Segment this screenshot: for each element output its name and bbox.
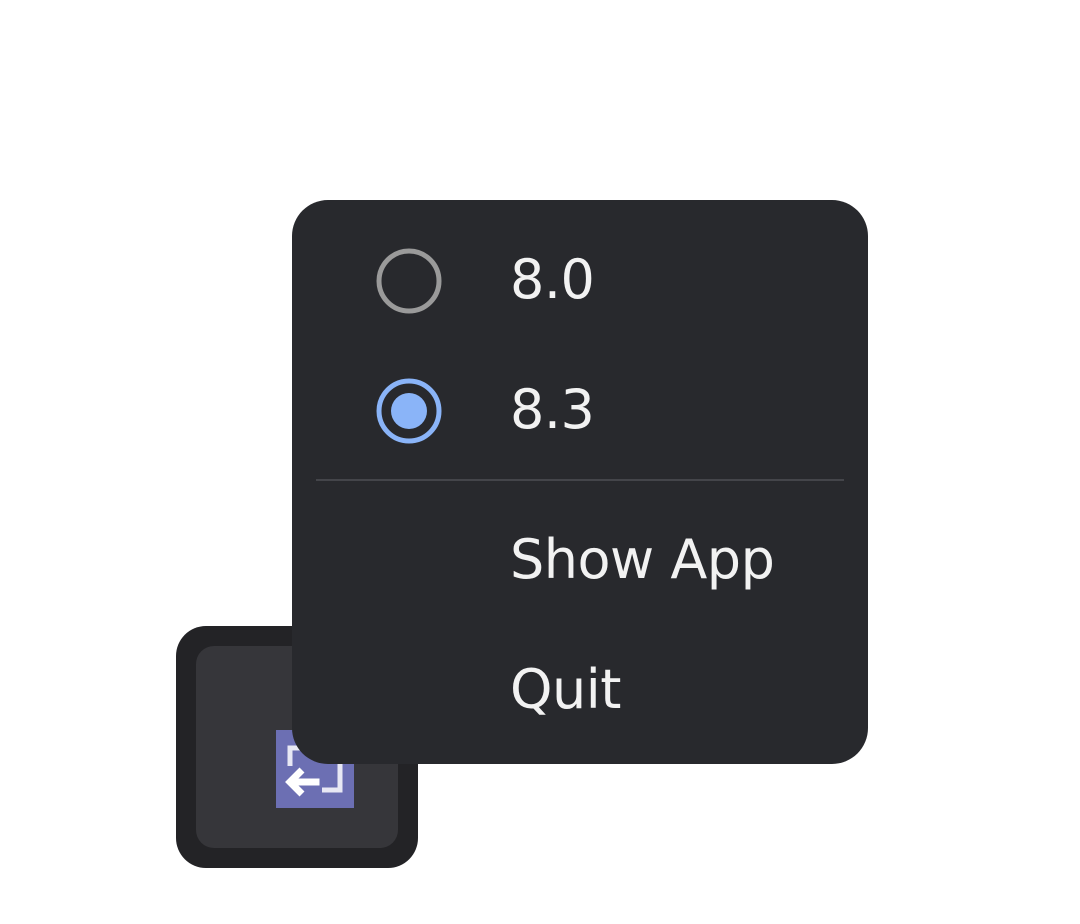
menu-separator <box>316 479 844 481</box>
menu-item-label: Show App <box>510 528 775 591</box>
menu-item-label: 8.0 <box>510 248 595 311</box>
menu-item-label: Quit <box>510 658 621 721</box>
menu-item-label: 8.3 <box>510 378 595 441</box>
radio-unchecked-icon <box>374 246 444 316</box>
menu-item-quit[interactable]: Quit <box>292 630 868 740</box>
radio-checked-icon <box>374 376 444 446</box>
menu-item-version-8-0[interactable]: 8.0 <box>292 220 868 330</box>
menu-item-version-8-3[interactable]: 8.3 <box>292 350 868 460</box>
menu-item-show-app[interactable]: Show App <box>292 500 868 610</box>
tray-context-menu: 8.0 8.3 Show App Quit <box>292 200 868 764</box>
desktop-surface: 8.0 8.3 Show App Quit <box>0 0 1080 924</box>
